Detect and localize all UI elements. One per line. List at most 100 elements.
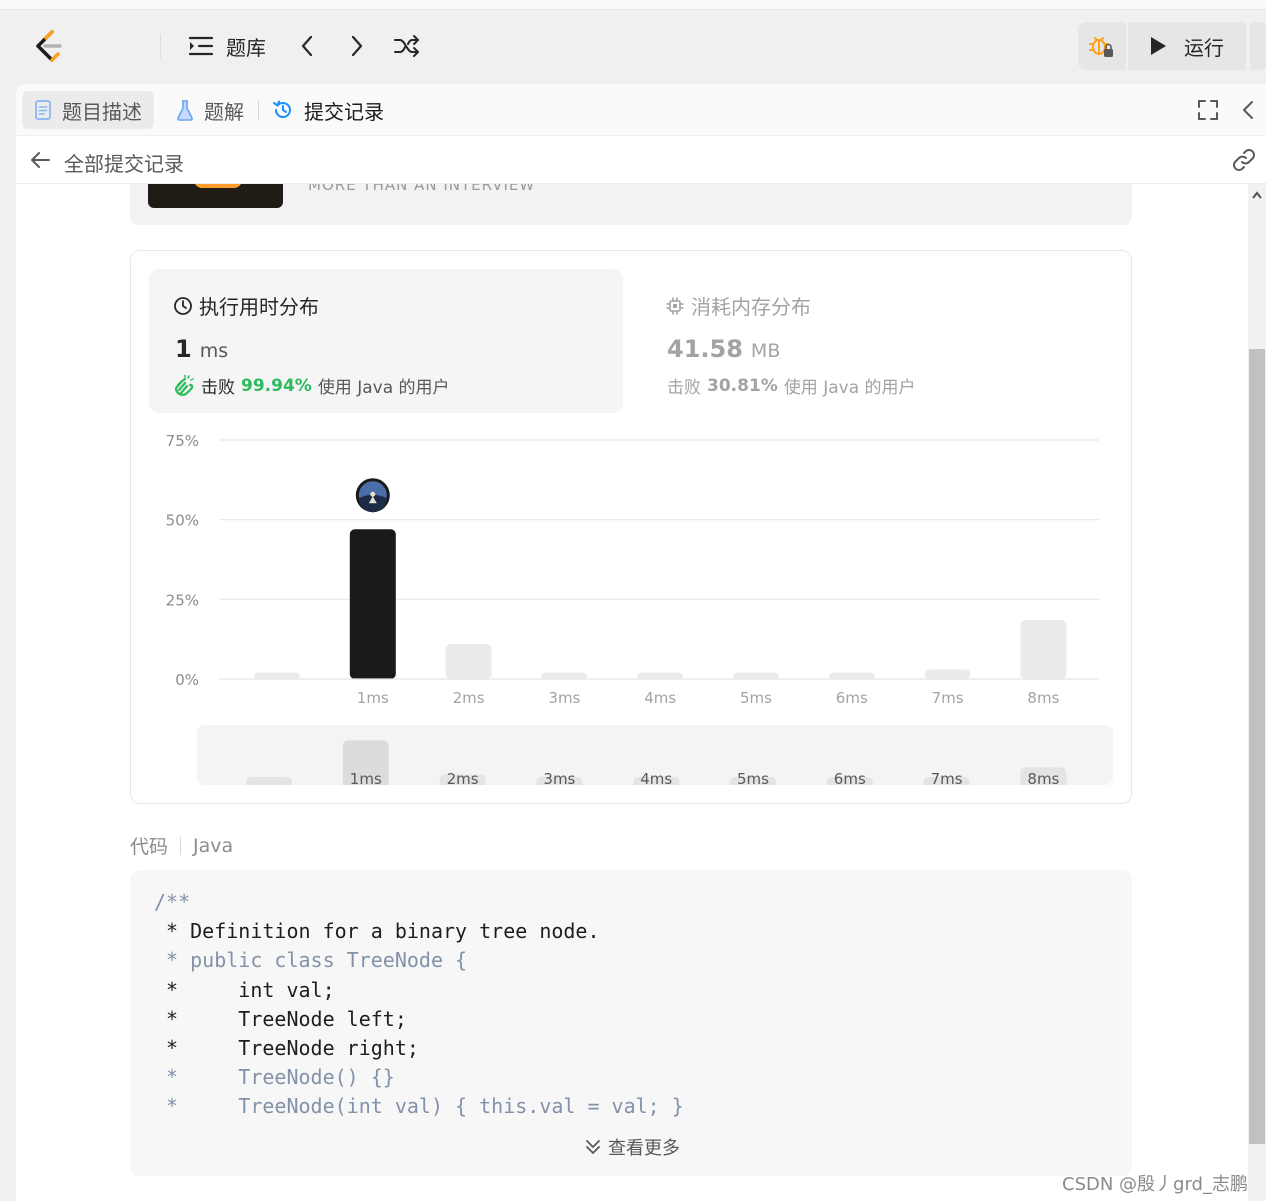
problem-bank-label: 题库 (226, 35, 266, 60)
x-tick-label: 8ms (1027, 689, 1059, 707)
bar[interactable] (828, 672, 875, 679)
bug-lock-icon (1089, 37, 1113, 57)
code-language: Java (193, 834, 234, 857)
runtime-beat-percent: 99.94% (241, 375, 312, 396)
memory-beat-prefix: 击败 (667, 378, 701, 398)
memory-value: 41.58 (667, 335, 743, 363)
tab-solutions[interactable]: 题解 (164, 91, 256, 129)
watermark: CSDN @殷丿grd_志鹏 (1062, 1174, 1248, 1195)
submission-detail-scroll[interactable]: MORE THAN AN INTERVIEW 执行用时分布 1 ms 击败 99… (16, 184, 1248, 1201)
tab-description[interactable]: 题目描述 (22, 91, 154, 129)
code-block[interactable]: /** * Definition for a binary tree node.… (130, 870, 1132, 1176)
bar[interactable] (924, 669, 971, 679)
bar[interactable] (349, 529, 396, 679)
banner-text: MORE THAN AN INTERVIEW (308, 184, 536, 194)
code-line: * Definition for a binary tree node. (154, 919, 600, 944)
code-line: * int val; (154, 977, 335, 1002)
debug-button[interactable] (1078, 22, 1126, 70)
panel-tabs: 题目描述 题解 提交记录 (16, 84, 1266, 136)
leetcode-logo-icon[interactable] (32, 28, 66, 64)
play-icon (1151, 37, 1166, 55)
code-line: * TreeNode(int val) { this.val = val; } (154, 1094, 684, 1119)
all-submissions-link[interactable]: 全部提交记录 (64, 148, 184, 177)
y-tick-label: 0% (175, 671, 199, 689)
left-panel: 题目描述 题解 提交记录 全部提交记录 MORE THAN AN INTERVI… (16, 84, 1266, 1201)
memory-unit: MB (750, 340, 781, 362)
flask-icon (177, 100, 193, 121)
bar[interactable] (445, 643, 492, 679)
code-line: * TreeNode() {} (154, 1065, 395, 1090)
memory-stat[interactable]: 消耗内存分布 41.58 MB 击败 30.81% 使用 Java 的用户 (641, 269, 1115, 413)
code-lines: /** * Definition for a binary tree node.… (154, 888, 1132, 1122)
tab-divider (258, 100, 259, 120)
minimap-bar (246, 777, 292, 785)
bar[interactable] (733, 672, 779, 679)
bar[interactable] (637, 672, 684, 679)
show-more-label: 查看更多 (608, 1138, 680, 1159)
y-tick-label: 75% (166, 432, 199, 450)
link-icon[interactable] (1230, 148, 1258, 172)
code-line: * TreeNode right; (154, 1035, 419, 1060)
problem-bank-button[interactable]: 题库 (188, 30, 266, 62)
y-tick-label: 50% (166, 512, 199, 530)
chevron-right-icon[interactable] (346, 30, 368, 62)
bar[interactable] (541, 672, 588, 679)
runtime-distribution-chart[interactable]: 75% 50% 25% 0% 1ms 2ms 3ms 4ms 5ms 6ms 7ms 8ms (131, 421, 1131, 721)
user-avatar-marker (355, 478, 390, 513)
collapse-icon[interactable] (1238, 98, 1258, 122)
runtime-stat[interactable]: 执行用时分布 1 ms 击败 99.94% 使用 Java 的用户 (149, 269, 623, 413)
runtime-unit: ms (199, 340, 229, 362)
bar[interactable] (254, 672, 300, 679)
runtime-beat-suffix: 使用 Java 的用户 (317, 378, 450, 398)
submission-subheader: 全部提交记录 (16, 136, 1266, 184)
tab-submissions[interactable]: 提交记录 (260, 91, 396, 129)
runtime-beat-prefix: 击败 (201, 378, 235, 398)
code-header-divider (180, 836, 182, 855)
code-line: /** (154, 890, 191, 914)
x-tick-label: 5ms (740, 689, 772, 707)
x-tick-label: 6ms (836, 689, 868, 707)
run-button[interactable]: 运行 (1128, 22, 1246, 70)
chip-icon (666, 296, 684, 315)
code-header: 代码 Java (130, 832, 233, 859)
code-line: * TreeNode left; (154, 1006, 407, 1031)
document-icon (35, 100, 51, 120)
code-label: 代码 (130, 836, 169, 858)
history-icon (273, 100, 291, 118)
chart-range-minimap[interactable]: 1ms 2ms 3ms 4ms 5ms 6ms 7ms 8ms (197, 725, 1113, 785)
runtime-value: 1 (175, 335, 192, 363)
double-chevron-down-icon (586, 1140, 600, 1154)
tab-description-label: 题目描述 (62, 99, 142, 124)
performance-card: 执行用时分布 1 ms 击败 99.94% 使用 Java 的用户 消耗内存分布… (130, 250, 1132, 804)
y-tick-label: 25% (166, 591, 199, 609)
code-line: * public class TreeNode { (154, 948, 468, 973)
shuffle-icon[interactable] (393, 30, 421, 62)
minimap-label: 2ms (447, 770, 479, 785)
promo-banner[interactable]: MORE THAN AN INTERVIEW (130, 184, 1132, 225)
memory-title: 消耗内存分布 (691, 295, 811, 319)
chevron-left-icon[interactable] (296, 30, 318, 62)
tab-submissions-label: 提交记录 (304, 99, 384, 124)
arrow-left-icon[interactable] (28, 150, 52, 170)
top-navbar: 题库 运行 (0, 0, 1266, 84)
tab-solutions-label: 题解 (204, 99, 244, 124)
minimap-label: 7ms (931, 770, 963, 785)
minimap-label: 3ms (543, 770, 575, 785)
x-tick-label: 2ms (453, 689, 485, 707)
show-more-button[interactable]: 查看更多 (584, 1134, 680, 1160)
run-divider-right (1246, 22, 1250, 70)
bar[interactable] (1020, 620, 1067, 679)
banner-image (148, 184, 283, 208)
x-tick-label: 7ms (932, 689, 964, 707)
x-tick-label: 3ms (548, 689, 580, 707)
list-indent-icon (188, 36, 214, 56)
scrollbar-thumb[interactable] (1249, 349, 1265, 1144)
minimap-label: 1ms (350, 770, 382, 785)
scroll-up-arrow-icon[interactable] (1251, 190, 1263, 200)
minimap-label: 6ms (834, 770, 866, 785)
fullscreen-icon[interactable] (1196, 98, 1220, 122)
minimap-label: 8ms (1027, 770, 1059, 785)
minimap-label: 5ms (737, 770, 769, 785)
memory-beat-suffix: 使用 Java 的用户 (783, 378, 916, 398)
x-tick-label: 4ms (644, 689, 676, 707)
